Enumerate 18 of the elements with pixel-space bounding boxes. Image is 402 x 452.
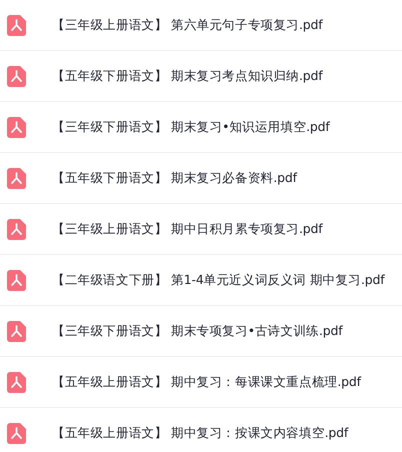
pdf-file-icon	[7, 320, 26, 342]
file-name[interactable]: 【三年级上册语文】 第六单元句子专项复习.pdf	[52, 16, 322, 34]
file-name[interactable]: 【二年级语文下册】 第1-4单元近义词反义词 期中复习.pdf	[52, 272, 384, 288]
pdf-file-icon	[7, 218, 26, 240]
pdf-file-icon	[7, 14, 26, 36]
pdf-file-icon	[7, 372, 26, 392]
pdf-file-icon	[7, 422, 26, 444]
file-name[interactable]: 【三年级下册语文】 期末复习•知识运用填空.pdf	[52, 118, 330, 136]
file-name[interactable]: 【三年级下册语文】 期末专项复习•古诗文训练.pdf	[52, 322, 342, 340]
file-name[interactable]: 【五年级上册语文】 期中复习：按课文内容填空.pdf	[52, 424, 348, 442]
file-name[interactable]: 【三年级上册语文】 期中日积月累专项复习.pdf	[52, 220, 322, 238]
pdf-file-icon	[7, 66, 26, 86]
pdf-file-icon	[7, 168, 26, 188]
file-name[interactable]: 【五年级下册语文】 期末复习考点知识归纳.pdf	[52, 68, 322, 84]
pdf-file-icon	[7, 116, 26, 138]
file-name[interactable]: 【五年级下册语文】 期末复习必备资料.pdf	[52, 170, 297, 186]
pdf-file-icon	[7, 270, 26, 290]
file-name[interactable]: 【五年级上册语文】 期中复习：每课课文重点梳理.pdf	[52, 374, 361, 390]
